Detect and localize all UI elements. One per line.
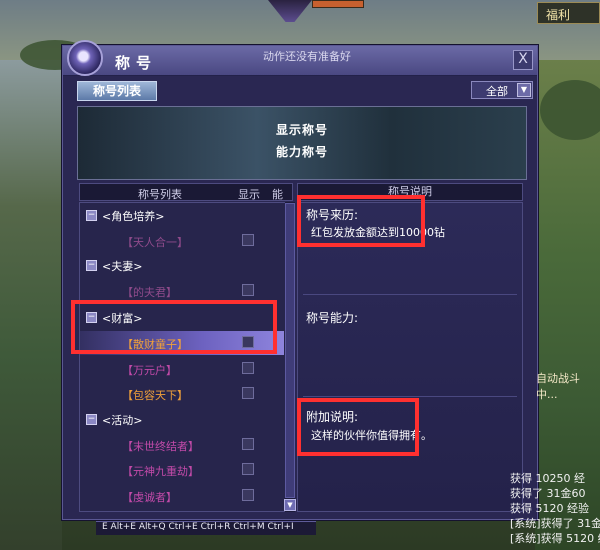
display-checkbox[interactable] <box>242 362 254 374</box>
chat-line: [系统]获得 5120 经 <box>510 532 600 545</box>
category-character[interactable]: − <角色培养> <box>80 204 284 228</box>
category-label: <角色培养> <box>102 210 165 223</box>
chat-line: [系统]获得了 31金60 <box>510 517 600 530</box>
list-item[interactable]: 【万元户】 <box>80 357 284 381</box>
list-item[interactable]: 【元神九重劫】 <box>80 458 284 482</box>
title-item-label: 【万元户】 <box>122 364 177 377</box>
display-checkbox[interactable] <box>242 284 254 296</box>
health-bar <box>312 0 364 8</box>
title-emblem-icon <box>67 40 103 76</box>
title-item-label: 【虔诚者】 <box>122 491 177 504</box>
scroll-down-arrow-icon[interactable]: ▼ <box>284 499 296 511</box>
collapse-icon[interactable]: − <box>86 260 97 271</box>
chat-line: 获得 5120 经验 <box>510 502 589 515</box>
highlight-box-wealth <box>71 300 277 354</box>
highlight-box-source <box>297 195 425 247</box>
title-item-label: 【包容天下】 <box>122 389 188 402</box>
title-item-label: 【天人合一】 <box>122 236 188 249</box>
tab-title-list[interactable]: 称号列表 <box>77 81 157 101</box>
chevron-down-icon[interactable]: ▼ <box>517 83 531 97</box>
category-label: <活动> <box>102 414 143 427</box>
display-checkbox[interactable] <box>242 438 254 450</box>
display-checkbox[interactable] <box>242 234 254 246</box>
filter-value: 全部 <box>486 85 508 98</box>
highlight-box-extra <box>297 398 419 456</box>
title-item-label: 【元神九重劫】 <box>122 465 199 478</box>
ability-title: 称号能力: <box>306 311 359 325</box>
window-titlebar: 称号 动作还没有准备好 X <box>63 40 537 76</box>
status-message: 动作还没有准备好 <box>263 50 351 63</box>
title-window: 称号 动作还没有准备好 X 称号列表 全部 ▼ 显示称号 能力称号 称号列表 显… <box>62 40 538 520</box>
window-title: 称号 <box>115 54 158 72</box>
chat-line: 获得了 31金60 <box>510 487 586 500</box>
chat-line: 获得 10250 经 <box>510 472 585 485</box>
title-item-label: 【的夫君】 <box>122 286 177 299</box>
divider <box>303 294 517 295</box>
ability-title-label: 能力称号 <box>275 145 328 159</box>
auto-battle-text: 自动战斗中... <box>536 372 580 401</box>
list-item[interactable]: 【天人合一】 <box>80 229 284 253</box>
list-item[interactable]: 【虔诚者】 <box>80 484 284 508</box>
scrollbar-thumb[interactable] <box>285 203 295 498</box>
collapse-icon[interactable]: − <box>86 210 97 221</box>
divider <box>303 396 517 397</box>
list-item[interactable]: 【末世终结者】 <box>80 433 284 457</box>
display-title-label: 显示称号 <box>275 123 328 137</box>
chat-log: 获得 10250 经 获得了 31金60 获得 5120 经验 [系统]获得了 … <box>510 470 600 550</box>
tab-bar: 称号列表 全部 ▼ <box>71 80 533 102</box>
display-checkbox[interactable] <box>242 387 254 399</box>
display-checkbox[interactable] <box>242 489 254 501</box>
scenery-left <box>0 60 62 550</box>
welfare-button[interactable]: 福利 <box>537 2 600 24</box>
filter-dropdown[interactable]: 全部 ▼ <box>471 81 533 99</box>
collapse-icon[interactable]: − <box>86 414 97 425</box>
category-event[interactable]: − <活动> <box>80 408 284 432</box>
title-preview-panel: 显示称号 能力称号 <box>77 106 527 180</box>
column-header-name: 称号列表 <box>138 188 182 201</box>
description-panel <box>297 202 523 512</box>
column-header-show: 显示 <box>238 188 260 201</box>
list-item[interactable]: 【包容天下】 <box>80 382 284 406</box>
close-button[interactable]: X <box>513 50 533 70</box>
title-item-label: 【末世终结者】 <box>122 440 199 453</box>
category-label: <夫妻> <box>102 260 143 273</box>
skill-hotkey-bar[interactable]: E Alt+E Alt+Q Ctrl+E Ctrl+R Ctrl+M Ctrl+… <box>96 521 316 535</box>
display-checkbox[interactable] <box>242 463 254 475</box>
category-spouse[interactable]: − <夫妻> <box>80 254 284 278</box>
list-header: 称号列表 显示 能力 <box>79 183 293 217</box>
